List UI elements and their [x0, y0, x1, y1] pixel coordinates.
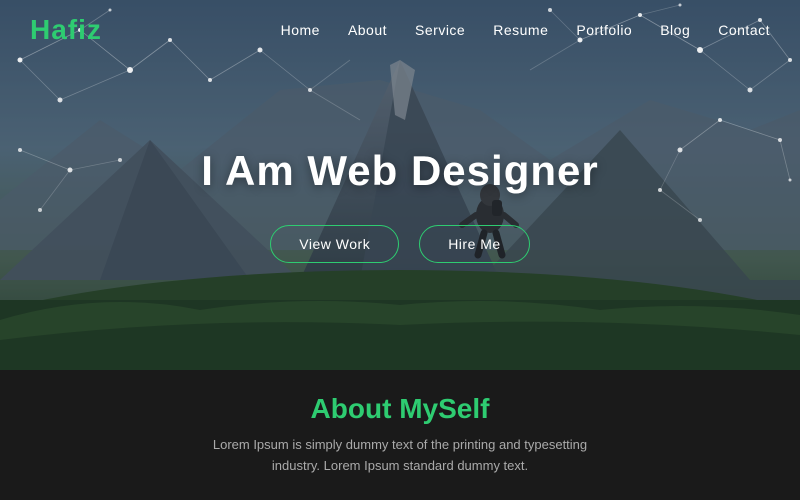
logo[interactable]: Hafiz	[30, 14, 102, 46]
about-title-plain: About	[311, 393, 392, 424]
about-title: About MySelf	[311, 393, 490, 425]
nav-blog[interactable]: Blog	[660, 22, 690, 38]
about-description: Lorem Ipsum is simply dummy text of the …	[213, 435, 587, 477]
nav-contact[interactable]: Contact	[718, 22, 770, 38]
nav-resume[interactable]: Resume	[493, 22, 548, 38]
view-work-button[interactable]: View Work	[270, 225, 399, 263]
hero-buttons: View Work Hire Me	[270, 225, 529, 263]
nav-about[interactable]: About	[348, 22, 387, 38]
navigation: Home About Service Resume Portfolio Blog…	[281, 22, 770, 38]
about-desc-line1: Lorem Ipsum is simply dummy text of the …	[213, 437, 587, 452]
hire-me-button[interactable]: Hire Me	[419, 225, 530, 263]
hero-title: I Am Web Designer	[201, 147, 598, 195]
nav-service[interactable]: Service	[415, 22, 465, 38]
nav-home[interactable]: Home	[281, 22, 320, 38]
about-title-accent: MySelf	[399, 393, 489, 424]
header: Hafiz Home About Service Resume Portfoli…	[0, 0, 800, 60]
nav-portfolio[interactable]: Portfolio	[576, 22, 632, 38]
about-section: About MySelf Lorem Ipsum is simply dummy…	[0, 370, 800, 500]
about-desc-line2: industry. Lorem Ipsum standard dummy tex…	[272, 458, 528, 473]
